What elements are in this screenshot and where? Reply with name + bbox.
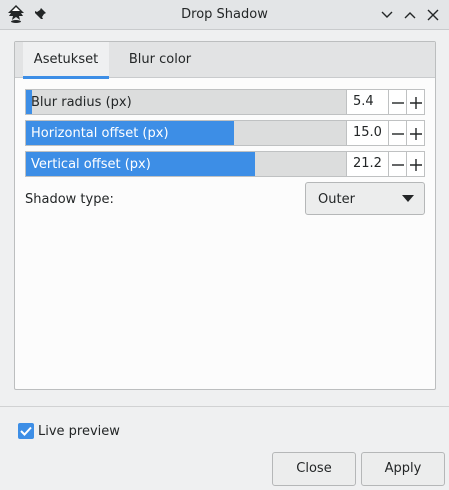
horizontal-offset-value[interactable]: 15.0 bbox=[347, 120, 389, 146]
close-button[interactable]: Close bbox=[272, 452, 356, 486]
minus-icon bbox=[392, 164, 404, 166]
title-bar: Drop Shadow bbox=[0, 0, 449, 30]
increment-button[interactable] bbox=[407, 151, 425, 177]
blur-radius-slider[interactable]: Blur radius (px) bbox=[25, 89, 347, 115]
minus-icon bbox=[392, 102, 404, 104]
chevron-down-icon[interactable] bbox=[379, 7, 395, 23]
live-preview-checkbox[interactable] bbox=[18, 423, 34, 439]
blur-radius-row: Blur radius (px) 5.4 bbox=[25, 89, 425, 115]
horizontal-offset-slider[interactable]: Horizontal offset (px) bbox=[25, 120, 347, 146]
apply-button[interactable]: Apply bbox=[361, 452, 445, 486]
minus-icon bbox=[392, 133, 404, 135]
plus-icon bbox=[410, 97, 422, 109]
slider-label: Vertical offset (px) bbox=[31, 157, 151, 172]
separator bbox=[0, 406, 449, 407]
plus-icon bbox=[410, 159, 422, 171]
vertical-offset-row: Vertical offset (px) 21.2 bbox=[25, 151, 425, 177]
plus-icon bbox=[410, 128, 422, 140]
blur-radius-value[interactable]: 5.4 bbox=[347, 89, 389, 115]
vertical-offset-value[interactable]: 21.2 bbox=[347, 151, 389, 177]
shadow-type-value: Outer bbox=[318, 192, 355, 207]
chevron-up-icon[interactable] bbox=[402, 7, 418, 23]
increment-button[interactable] bbox=[407, 120, 425, 146]
decrement-button[interactable] bbox=[389, 151, 407, 177]
settings-panel: Asetukset Blur color Blur radius (px) 5.… bbox=[14, 41, 436, 390]
close-icon[interactable] bbox=[425, 7, 441, 23]
slider-label: Blur radius (px) bbox=[31, 95, 132, 110]
live-preview-label[interactable]: Live preview bbox=[38, 424, 120, 439]
caret-down-icon bbox=[402, 195, 414, 202]
tab-bar: Asetukset Blur color bbox=[15, 42, 435, 79]
checkmark-icon bbox=[20, 426, 32, 436]
tab-blur-color[interactable]: Blur color bbox=[115, 42, 205, 78]
vertical-offset-slider[interactable]: Vertical offset (px) bbox=[25, 151, 347, 177]
decrement-button[interactable] bbox=[389, 89, 407, 115]
slider-label: Horizontal offset (px) bbox=[31, 126, 169, 141]
horizontal-offset-row: Horizontal offset (px) 15.0 bbox=[25, 120, 425, 146]
shadow-type-label: Shadow type: bbox=[25, 192, 114, 207]
decrement-button[interactable] bbox=[389, 120, 407, 146]
tab-asetukset[interactable]: Asetukset bbox=[23, 42, 109, 79]
increment-button[interactable] bbox=[407, 89, 425, 115]
shadow-type-dropdown[interactable]: Outer bbox=[305, 182, 425, 215]
